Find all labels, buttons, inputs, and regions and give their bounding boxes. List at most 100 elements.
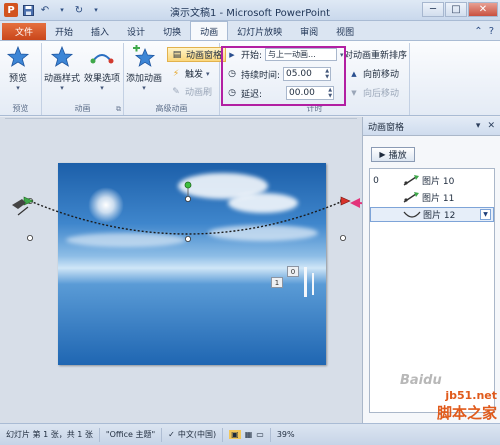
animation-item-number: 0 bbox=[373, 175, 379, 186]
animation-pane-label: 动画窗格 bbox=[186, 51, 223, 61]
animation-pane-title: 动画窗格 bbox=[368, 122, 405, 133]
slide-workspace: 0 1 bbox=[0, 117, 411, 423]
animation-order-tag: 0 bbox=[287, 266, 299, 277]
motion-object-icon bbox=[17, 206, 29, 216]
animation-painter-label: 动画刷 bbox=[185, 88, 213, 98]
animation-pane-button[interactable]: ▤ 动画窗格 bbox=[167, 47, 227, 62]
motion-path-layer bbox=[12, 181, 411, 243]
move-later-button[interactable]: ▼ 向后移动 bbox=[348, 86, 400, 100]
up-arrow-icon: ▲ bbox=[351, 69, 357, 78]
ribbon-tabs: 文件 开始 插入 设计 切换 动画 幻灯片放映 审阅 视图 ⌃ ? bbox=[0, 21, 500, 40]
language-indicator[interactable]: ✓ 中文(中国) bbox=[162, 427, 224, 442]
add-animation-button[interactable]: 添加动画 ▾ bbox=[126, 45, 162, 92]
view-buttons: ▣ ▦ ▭ bbox=[223, 427, 271, 442]
pane-options-icon[interactable]: ▾ bbox=[476, 121, 481, 131]
maximize-button[interactable]: □ bbox=[445, 2, 467, 17]
group-label-advanced: 高级动画 bbox=[155, 104, 188, 113]
resize-handle[interactable] bbox=[184, 196, 191, 203]
animation-item-selected[interactable]: 图片 12 ▼ bbox=[370, 207, 494, 222]
play-button[interactable]: ▶ 播放 bbox=[371, 147, 415, 162]
reading-view-icon[interactable]: ▭ bbox=[256, 430, 264, 439]
move-earlier-button[interactable]: ▲ 向前移动 bbox=[348, 67, 400, 81]
title-bar: P ↶ ▾ ↻ ▾ 演示文稿1 - Microsoft PowerPoint ─… bbox=[0, 0, 500, 21]
motion-path-icon bbox=[400, 191, 422, 204]
animation-pane-icon: ▤ bbox=[172, 49, 182, 60]
path-end-icon bbox=[340, 196, 351, 206]
tab-view[interactable]: 视图 bbox=[327, 23, 363, 40]
trigger-label: 触发 bbox=[185, 70, 204, 80]
tab-design[interactable]: 设计 bbox=[118, 23, 154, 40]
animation-order-tag: 1 bbox=[271, 277, 283, 288]
resize-handle[interactable] bbox=[26, 235, 33, 242]
effect-options-button[interactable]: 效果选项 ▾ bbox=[84, 45, 120, 92]
animation-item-label: 图片 12 bbox=[423, 211, 456, 221]
tab-slideshow[interactable]: 幻灯片放映 bbox=[228, 23, 291, 40]
slide-sorter-icon[interactable]: ▦ bbox=[245, 430, 253, 439]
group-animation: 动画样式 ▾ 效果选项 ▾ 动画 ⧉ bbox=[42, 43, 124, 115]
group-label-preview: 预览 bbox=[12, 104, 29, 113]
move-later-label: 向后移动 bbox=[363, 89, 400, 99]
window-controls: ─ □ ✕ bbox=[422, 2, 498, 17]
site-watermark: jb51.net 脚本之家 bbox=[437, 389, 497, 423]
group-preview: 预览 ▾ 预览 bbox=[0, 43, 42, 115]
theme-name[interactable]: "Office 主题" bbox=[100, 427, 163, 442]
chevron-down-icon: ▾ bbox=[100, 84, 104, 92]
tab-insert[interactable]: 插入 bbox=[82, 23, 118, 40]
animation-styles-label: 动画样式 bbox=[44, 74, 81, 84]
animation-painter-button[interactable]: ✎ 动画刷 bbox=[170, 85, 213, 99]
tab-file[interactable]: 文件 bbox=[2, 23, 47, 40]
chevron-down-icon: ▾ bbox=[142, 84, 146, 92]
tab-home[interactable]: 开始 bbox=[46, 23, 82, 40]
animation-pane-header: 动画窗格 ▾ ✕ bbox=[363, 117, 500, 136]
watermark-brand: Baidu bbox=[400, 373, 442, 388]
minimize-ribbon-icon[interactable]: ⌃ bbox=[474, 26, 482, 37]
chevron-down-icon: ▾ bbox=[206, 69, 210, 78]
tab-animations[interactable]: 动画 bbox=[190, 21, 229, 40]
spellcheck-icon: ✓ bbox=[168, 430, 175, 439]
paintbrush-icon: ✎ bbox=[172, 86, 180, 97]
chevron-down-icon: ▾ bbox=[60, 84, 64, 92]
add-animation-label: 添加动画 bbox=[126, 74, 163, 84]
reorder-label: 对动画重新排序 bbox=[344, 51, 408, 61]
watermark-url: jb51.net bbox=[445, 389, 497, 402]
tab-transitions[interactable]: 切换 bbox=[154, 23, 190, 40]
animation-item-label: 图片 11 bbox=[422, 194, 455, 204]
arc-path-icon bbox=[401, 208, 423, 221]
tab-review[interactable]: 审阅 bbox=[291, 23, 327, 40]
star-animation-icon bbox=[50, 45, 74, 69]
preview-button[interactable]: 预览 ▾ bbox=[6, 45, 30, 92]
ribbon-right-controls: ⌃ ? bbox=[474, 26, 500, 40]
animation-item[interactable]: 0 图片 10 bbox=[370, 173, 494, 188]
down-arrow-icon: ▼ bbox=[351, 88, 357, 97]
minimize-button[interactable]: ─ bbox=[422, 2, 444, 17]
lightning-icon: ⚡ bbox=[172, 68, 180, 79]
close-pane-icon[interactable]: ✕ bbox=[487, 121, 495, 131]
status-bar: 幻灯片 第 1 张，共 1 张 "Office 主题" ✓ 中文(中国) ▣ ▦… bbox=[0, 423, 500, 445]
normal-view-icon[interactable]: ▣ bbox=[229, 430, 241, 439]
trigger-button[interactable]: ⚡ 触发 ▾ bbox=[170, 67, 210, 81]
watermark-name: 脚本之家 bbox=[436, 404, 497, 422]
zoom-level[interactable]: 39% bbox=[271, 428, 301, 442]
reorder-title: 对动画重新排序 bbox=[344, 48, 407, 61]
item-dropdown-icon[interactable]: ▼ bbox=[480, 209, 491, 220]
rotation-handle[interactable] bbox=[184, 181, 192, 189]
preview-label: 预览 bbox=[8, 74, 27, 84]
motion-path-icon bbox=[400, 174, 422, 187]
close-button[interactable]: ✕ bbox=[468, 2, 498, 17]
animation-item[interactable]: 图片 11 bbox=[370, 190, 494, 205]
motion-path[interactable] bbox=[29, 200, 344, 235]
dialog-launcher-icon[interactable]: ⧉ bbox=[116, 105, 121, 114]
star-preview-icon bbox=[6, 45, 30, 69]
timing-highlight-box bbox=[221, 46, 346, 106]
resize-handle[interactable] bbox=[339, 235, 346, 242]
play-label: 播放 bbox=[388, 151, 407, 161]
add-animation-star-icon bbox=[132, 45, 156, 69]
effect-options-icon bbox=[90, 45, 114, 69]
effect-options-label: 效果选项 bbox=[84, 74, 121, 84]
group-label-animation: 动画 bbox=[74, 104, 91, 113]
help-icon[interactable]: ? bbox=[489, 26, 494, 37]
chevron-down-icon: ▾ bbox=[16, 84, 20, 92]
move-earlier-label: 向前移动 bbox=[363, 70, 400, 80]
animation-styles-button[interactable]: 动画样式 ▾ bbox=[44, 45, 80, 92]
resize-handle[interactable] bbox=[184, 236, 191, 243]
